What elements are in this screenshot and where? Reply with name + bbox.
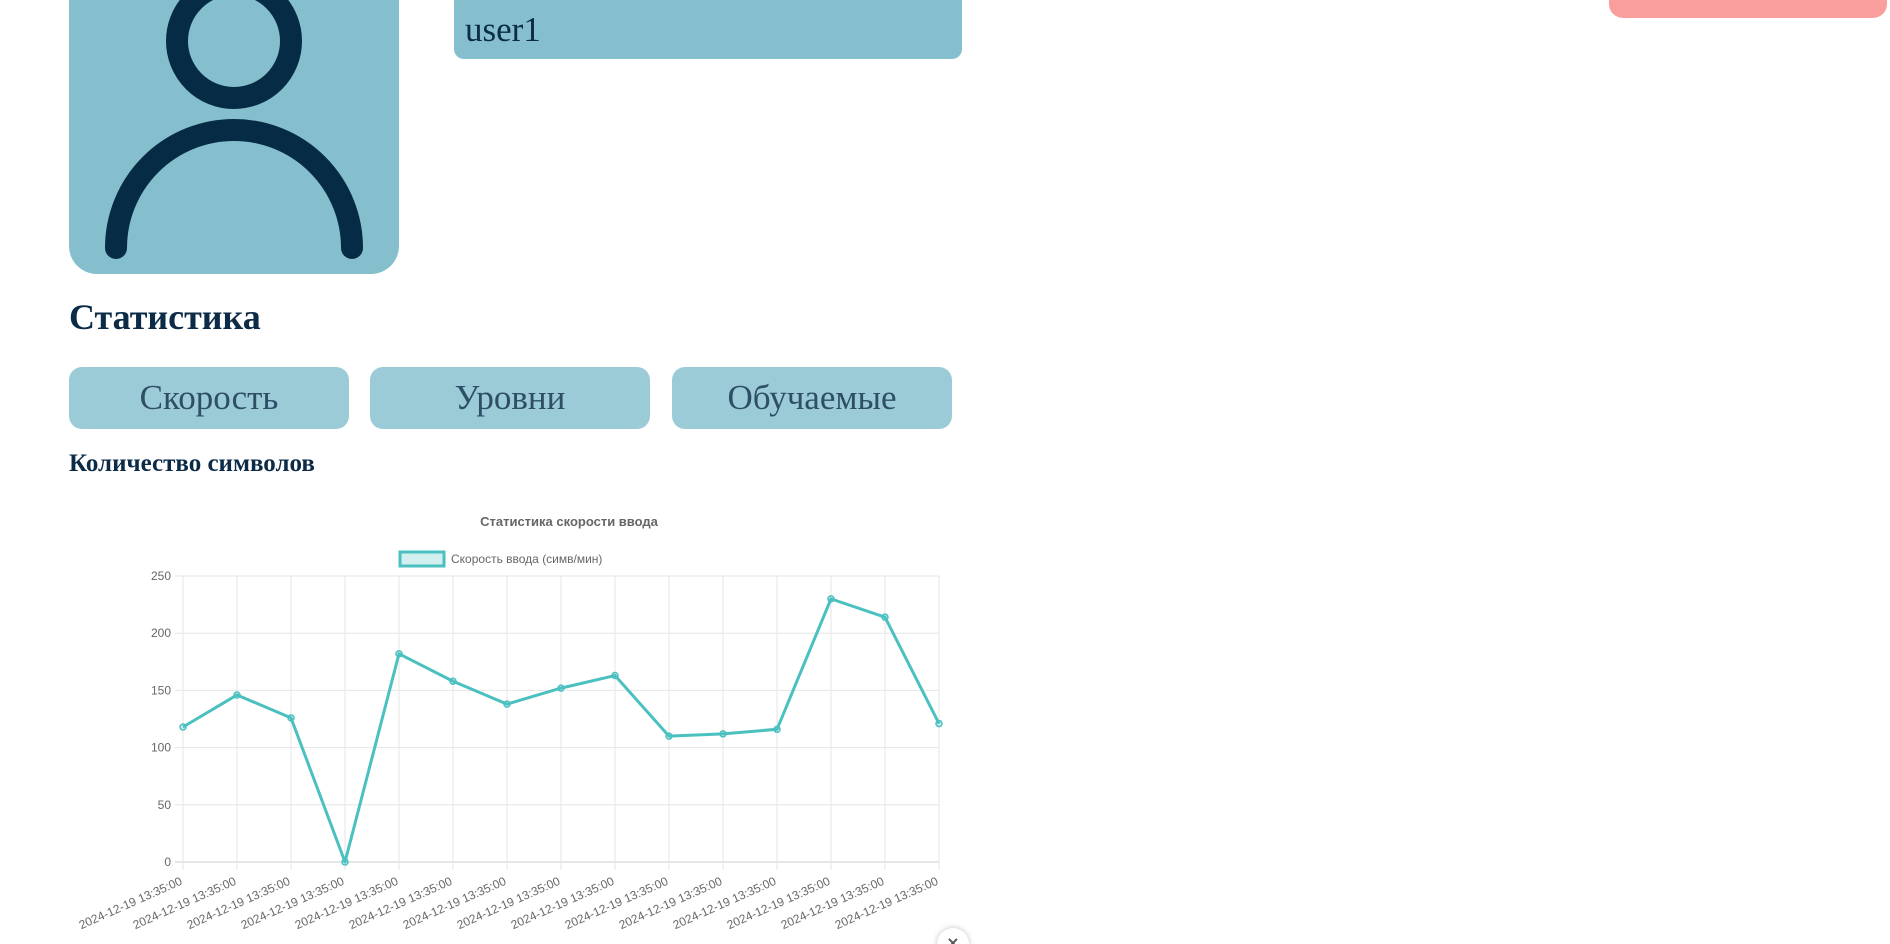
tab-speed[interactable]: Скорость bbox=[69, 367, 349, 429]
tab-learners[interactable]: Обучаемые bbox=[672, 367, 952, 429]
data-point bbox=[611, 671, 619, 680]
y-tick-label: 200 bbox=[151, 626, 171, 640]
user-silhouette-icon bbox=[105, 0, 363, 259]
profile-avatar bbox=[69, 0, 399, 274]
chart-section-title: Количество символов bbox=[69, 450, 315, 477]
x-tick-label: 2024-12-19 13:35:00 bbox=[185, 874, 293, 932]
y-tick-label: 250 bbox=[151, 569, 171, 583]
username-text: user1 bbox=[465, 9, 541, 49]
statistics-title: Статистика bbox=[69, 297, 261, 337]
y-tick-label: 100 bbox=[151, 741, 171, 755]
x-tick-label: 2024-12-19 13:35:00 bbox=[833, 874, 941, 932]
x-tick-label: 2024-12-19 13:35:00 bbox=[401, 874, 509, 932]
x-tick-label: 2024-12-19 13:35:00 bbox=[131, 874, 239, 932]
data-point bbox=[881, 613, 889, 621]
data-point bbox=[233, 691, 241, 699]
x-tick-label: 2024-12-19 13:35:00 bbox=[293, 874, 401, 932]
data-point bbox=[287, 714, 295, 722]
x-tick-label: 2024-12-19 13:35:00 bbox=[617, 874, 725, 932]
legend-label: Скорость ввода (симв/мин) bbox=[451, 552, 602, 566]
data-point bbox=[449, 677, 457, 685]
y-tick-label: 0 bbox=[164, 855, 171, 869]
legend-swatch bbox=[398, 550, 446, 568]
data-point bbox=[827, 595, 835, 603]
x-tick-label: 2024-12-19 13:35:00 bbox=[347, 874, 455, 932]
data-point bbox=[341, 858, 349, 866]
x-tick-label: 2024-12-19 13:35:00 bbox=[563, 874, 671, 932]
data-point bbox=[179, 723, 187, 731]
x-tick-label: 2024-12-19 13:35:00 bbox=[779, 874, 887, 932]
x-tick-label: 2024-12-19 13:35:00 bbox=[725, 874, 833, 932]
username-field: user1 bbox=[454, 0, 962, 59]
data-point bbox=[719, 730, 727, 738]
data-point bbox=[935, 719, 943, 728]
chart-title: Статистика скорости ввода bbox=[480, 514, 659, 529]
data-point bbox=[395, 650, 403, 658]
x-tick-label: 2024-12-19 13:35:00 bbox=[239, 874, 347, 932]
y-tick-label: 150 bbox=[151, 683, 171, 697]
data-point bbox=[557, 684, 565, 692]
top-right-action-button[interactable] bbox=[1609, 0, 1887, 18]
y-tick-label: 50 bbox=[158, 798, 172, 812]
tab-levels[interactable]: Уровни bbox=[370, 367, 650, 429]
x-tick-label: 2024-12-19 13:35:00 bbox=[77, 874, 185, 932]
data-point bbox=[773, 725, 781, 734]
data-point bbox=[665, 732, 673, 740]
x-tick-label: 2024-12-19 13:35:00 bbox=[509, 874, 617, 932]
data-point bbox=[503, 700, 511, 708]
x-tick-label: 2024-12-19 13:35:00 bbox=[671, 874, 779, 932]
close-icon[interactable]: × bbox=[937, 928, 969, 944]
series-line bbox=[182, 597, 941, 864]
x-tick-label: 2024-12-19 13:35:00 bbox=[455, 874, 563, 932]
